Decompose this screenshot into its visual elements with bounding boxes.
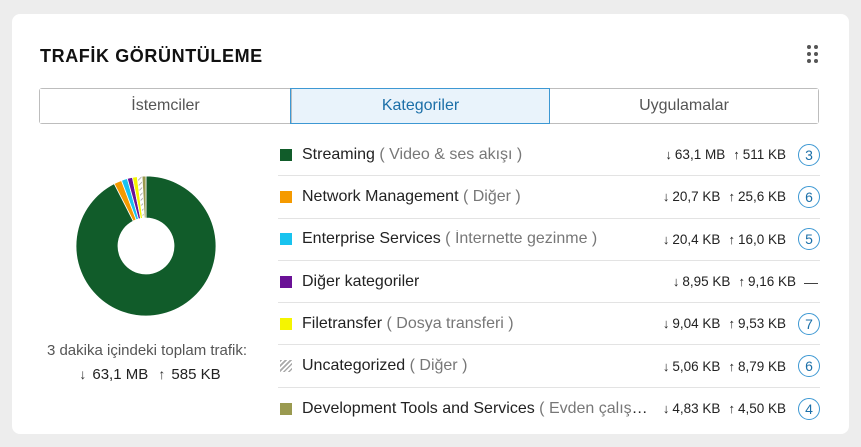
category-traffic: ↓ 9,04 KB ↑ 9,53 KB	[658, 316, 786, 332]
category-color-swatch	[280, 233, 292, 246]
traffic-up: 9,53 KB	[737, 316, 786, 332]
arrow-up-icon: ↑	[728, 401, 735, 417]
category-group: ( Evden çalışma )	[539, 399, 654, 417]
category-color-swatch	[280, 275, 292, 288]
category-row[interactable]: Streaming ( Video & ses akışı ) ↓ 63,1 MB ↑…	[278, 134, 820, 177]
category-row[interactable]: Network Management ( Diğer ) ↓ 20,7 KB ↑ 25,…	[278, 176, 820, 219]
traffic-widget: TRAFİK GÖRÜNTÜLEME İstemciler Kategorile…	[12, 14, 849, 434]
arrow-up-icon: ↑	[728, 189, 735, 205]
category-list: Streaming ( Video & ses akışı ) ↓ 63,1 MB ↑…	[278, 134, 820, 430]
arrow-down-icon: ↓	[662, 231, 670, 247]
category-title: Network Management	[302, 187, 459, 205]
tab-categories[interactable]: Kategoriler	[290, 88, 550, 124]
arrow-down-icon: ↓	[79, 366, 87, 382]
category-name: Enterprise Services ( İnternette gezinme…	[302, 230, 597, 248]
total-traffic-label: 3 dakika içindeki toplam trafik:	[46, 342, 248, 359]
client-count-badge[interactable]: 3	[798, 143, 820, 166]
category-group: ( Diğer )	[409, 357, 468, 375]
traffic-up: 4,50 KB	[737, 401, 786, 417]
client-count-badge[interactable]: 6	[798, 355, 820, 378]
category-group: ( İnternette gezinme )	[445, 230, 598, 248]
tab-applications[interactable]: Uygulamalar	[549, 89, 818, 123]
category-title: Uncategorized	[302, 357, 406, 375]
category-name: Network Management ( Diğer )	[302, 188, 521, 206]
category-row[interactable]: Enterprise Services ( İnternette gezinme…	[278, 219, 820, 261]
category-row[interactable]: Development Tools and Services ( Evden ç…	[278, 388, 820, 430]
traffic-up: 9,16 KB	[747, 274, 796, 290]
category-traffic: ↓ 63,1 MB ↑ 511 KB	[661, 147, 786, 163]
arrow-up-icon: ↑	[728, 358, 735, 374]
arrow-down-icon: ↓	[662, 316, 670, 332]
category-traffic: ↓ 4,83 KB ↑ 4,50 KB	[658, 401, 786, 417]
client-count-empty: —	[804, 273, 818, 290]
category-traffic: ↓ 5,06 KB ↑ 8,79 KB	[658, 358, 786, 374]
arrow-up-icon: ↑	[728, 316, 735, 332]
category-row[interactable]: Filetransfer ( Dosya transferi ) ↓ 9,04 KB…	[278, 303, 820, 346]
category-donut-chart	[75, 175, 217, 317]
traffic-down: 20,7 KB	[672, 189, 721, 205]
traffic-up: 25,6 KB	[737, 189, 786, 205]
category-title: Development Tools and Services	[302, 399, 535, 417]
category-name: Uncategorized ( Diğer )	[302, 357, 467, 375]
traffic-down: 4,83 KB	[672, 401, 721, 417]
traffic-down: 63,1 MB	[674, 147, 726, 163]
traffic-up: 16,0 KB	[737, 231, 786, 247]
traffic-down: 8,95 KB	[682, 274, 731, 290]
tab-clients[interactable]: İstemciler	[40, 89, 291, 123]
category-color-swatch	[280, 402, 292, 415]
arrow-up-icon: ↑	[728, 231, 735, 247]
category-color-swatch	[280, 317, 292, 330]
traffic-down: 9,04 KB	[672, 316, 721, 332]
category-title: Enterprise Services	[302, 230, 441, 248]
arrow-down-icon: ↓	[672, 274, 680, 290]
category-traffic: ↓ 20,7 KB ↑ 25,6 KB	[658, 189, 786, 205]
category-color-swatch	[280, 148, 292, 161]
category-name: Streaming ( Video & ses akışı )	[302, 146, 522, 164]
category-group: ( Video & ses akışı )	[379, 145, 523, 163]
category-name: Filetransfer ( Dosya transferi )	[302, 315, 514, 333]
client-count-badge[interactable]: 7	[798, 312, 820, 335]
client-count-badge[interactable]: 5	[798, 228, 820, 251]
donut-svg	[75, 175, 217, 317]
arrow-down-icon: ↓	[662, 401, 670, 417]
category-row[interactable]: Uncategorized ( Diğer ) ↓ 5,06 KB ↑ 8,79 KB 6	[278, 345, 820, 388]
category-group: ( Dosya transferi )	[386, 314, 514, 332]
category-traffic: ↓ 8,95 KB ↑ 9,16 KB	[668, 274, 796, 290]
traffic-down: 5,06 KB	[672, 358, 721, 374]
traffic-up: 8,79 KB	[737, 358, 786, 374]
widget-title: TRAFİK GÖRÜNTÜLEME	[40, 46, 263, 66]
view-tabs: İstemciler Kategoriler Uygulamalar	[39, 88, 819, 124]
category-title: Filetransfer	[302, 314, 383, 332]
total-traffic-values: ↓ 63,1 MB ↑ 585 KB	[32, 366, 262, 383]
traffic-up: 511 KB	[742, 147, 786, 163]
total-down: 63,1 MB	[92, 366, 149, 383]
arrow-up-icon: ↑	[733, 147, 740, 163]
category-group: ( Diğer )	[462, 187, 521, 205]
category-name: Development Tools and Services ( Evden ç…	[302, 400, 654, 418]
client-count-badge[interactable]: 4	[798, 397, 820, 420]
category-title: Diğer kategoriler	[302, 272, 420, 290]
total-up: 585 KB	[171, 366, 221, 383]
arrow-up-icon: ↑	[738, 274, 745, 290]
arrow-down-icon: ↓	[662, 189, 670, 205]
category-color-swatch	[280, 360, 292, 373]
arrow-down-icon: ↓	[665, 147, 672, 163]
client-count-badge[interactable]: 6	[798, 185, 820, 208]
category-row[interactable]: Diğer kategoriler ↓ 8,95 KB ↑ 9,16 KB —	[278, 261, 820, 304]
arrow-down-icon: ↓	[662, 358, 670, 374]
category-traffic: ↓ 20,4 KB ↑ 16,0 KB	[658, 231, 786, 247]
category-color-swatch	[280, 190, 292, 203]
arrow-up-icon: ↑	[158, 366, 166, 382]
category-name: Diğer kategoriler	[302, 273, 419, 291]
traffic-down: 20,4 KB	[672, 231, 721, 247]
category-title: Streaming	[302, 145, 375, 163]
drag-dots-icon[interactable]	[807, 45, 821, 65]
